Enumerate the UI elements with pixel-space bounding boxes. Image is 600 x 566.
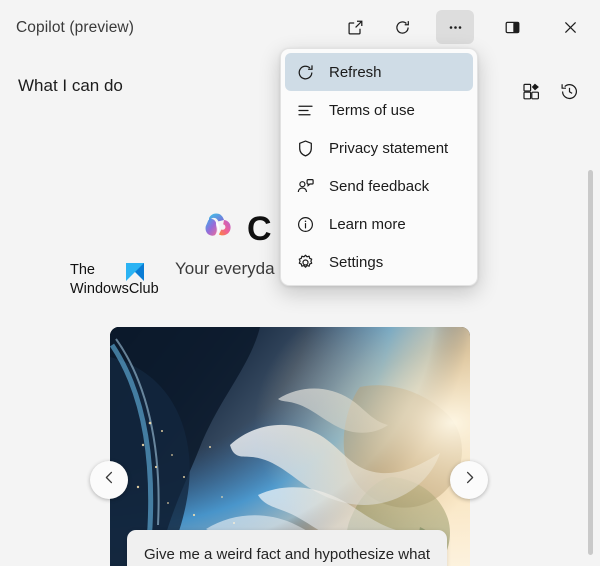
chevron-right-icon [462,470,477,490]
prompt-suggestion-card[interactable]: Give me a weird fact and hypothesize wha… [127,530,447,566]
menu-item-label: Learn more [329,215,406,233]
title-bar: Copilot (preview) [0,0,600,55]
brand-name: C [247,210,272,248]
copilot-brand: C [200,208,272,251]
info-icon [295,214,316,235]
menu-item-label: Send feedback [329,177,430,195]
scrollbar-thumb[interactable] [588,170,593,555]
copilot-logo-icon [200,208,238,251]
prompt-suggestion-text: Give me a weird fact and hypothesize wha… [144,546,430,563]
menu-item-refresh[interactable]: Refresh [285,53,473,91]
open-in-new-window-button[interactable] [336,10,374,44]
menu-item-send-feedback[interactable]: Send feedback [285,167,473,205]
more-options-button[interactable] [436,10,474,44]
scrollbar[interactable] [588,170,593,555]
close-icon [562,19,579,36]
pane-layout-icon [504,19,521,36]
window-title: Copilot (preview) [16,19,134,36]
refresh-button[interactable] [383,10,421,44]
menu-item-settings[interactable]: Settings [285,243,473,281]
history-icon[interactable] [553,75,585,107]
refresh-icon [394,19,411,36]
menu-item-label: Terms of use [329,101,415,119]
watermark-line1: The [70,262,95,278]
watermark-line2: WindowsClub [70,281,159,297]
carousel-prev-button[interactable] [90,461,128,499]
shield-icon [295,138,316,159]
close-button[interactable] [551,10,589,44]
menu-item-terms-of-use[interactable]: Terms of use [285,91,473,129]
carousel-next-button[interactable] [450,461,488,499]
gear-icon [295,252,316,273]
watermark: The WindowsClub [70,261,180,298]
menu-item-label: Settings [329,253,384,271]
brand-tagline: Your everyda [175,259,275,278]
toggle-pane-button[interactable] [493,10,531,44]
more-options-menu: Refresh Terms of use Privacy statement S… [280,48,478,286]
page-title: What I can do [18,76,123,95]
menu-item-label: Refresh [329,63,382,81]
open-in-new-icon [347,19,364,36]
ellipsis-icon [447,19,464,36]
chevron-left-icon [102,470,117,490]
menu-item-label: Privacy statement [329,139,449,157]
refresh-icon [295,62,316,83]
menu-item-privacy-statement[interactable]: Privacy statement [285,129,473,167]
windowsclub-logo-icon [125,262,145,282]
feedback-icon [295,176,316,197]
menu-item-learn-more[interactable]: Learn more [285,205,473,243]
plugins-icon[interactable] [515,75,547,107]
document-icon [295,100,316,121]
